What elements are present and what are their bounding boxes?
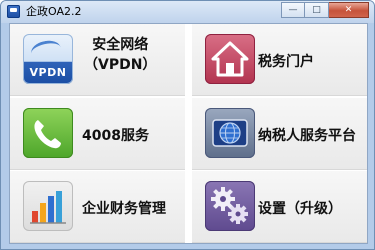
tile-taxpayer-platform[interactable]: 纳税人服务平台 [192, 98, 367, 170]
vpdn-icon: VPDN [23, 34, 73, 84]
tile-tax-portal-label: 税务门户 [258, 54, 314, 70]
globe-icon [205, 108, 255, 158]
app-logo-icon [7, 5, 20, 18]
bar-chart-icon [23, 181, 73, 231]
tile-label-line1: 安全网络 [92, 37, 149, 53]
tile-tax-portal[interactable]: 税务门户 [192, 24, 367, 96]
maximize-button[interactable]: □ [305, 2, 329, 18]
window-controls: — □ ✕ [281, 2, 369, 18]
tile-4008-service[interactable]: 4008服务 [10, 98, 185, 170]
gears-icon [205, 181, 255, 231]
tile-4008-service-label: 4008服务 [82, 128, 149, 144]
tile-secure-network-label: 安全网络 （VPDN） [84, 35, 156, 75]
close-button[interactable]: ✕ [329, 2, 369, 18]
tile-label-line2: （VPDN） [84, 57, 157, 73]
home-icon [205, 34, 255, 84]
phone-icon [23, 108, 73, 158]
tile-settings-upgrade[interactable]: 设置（升级） [192, 171, 367, 243]
tile-taxpayer-platform-label: 纳税人服务平台 [258, 128, 356, 144]
app-window: 企政OA2.2 — □ ✕ VPDN 安全网络 （VPDN） 税务门户 4008… [0, 0, 375, 250]
tile-finance-management-label: 企业财务管理 [82, 201, 166, 217]
launcher-panel: VPDN 安全网络 （VPDN） 税务门户 4008服务 纳税人服务平台 企业财… [9, 23, 368, 244]
tile-settings-upgrade-label: 设置（升级） [258, 201, 342, 217]
title-bar[interactable]: 企政OA2.2 — □ ✕ [1, 1, 374, 23]
vpdn-icon-text: VPDN [29, 66, 67, 79]
window-title: 企政OA2.2 [26, 5, 82, 18]
minimize-button[interactable]: — [281, 2, 305, 18]
tile-finance-management[interactable]: 企业财务管理 [10, 171, 185, 243]
tile-secure-network[interactable]: VPDN 安全网络 （VPDN） [10, 24, 185, 96]
